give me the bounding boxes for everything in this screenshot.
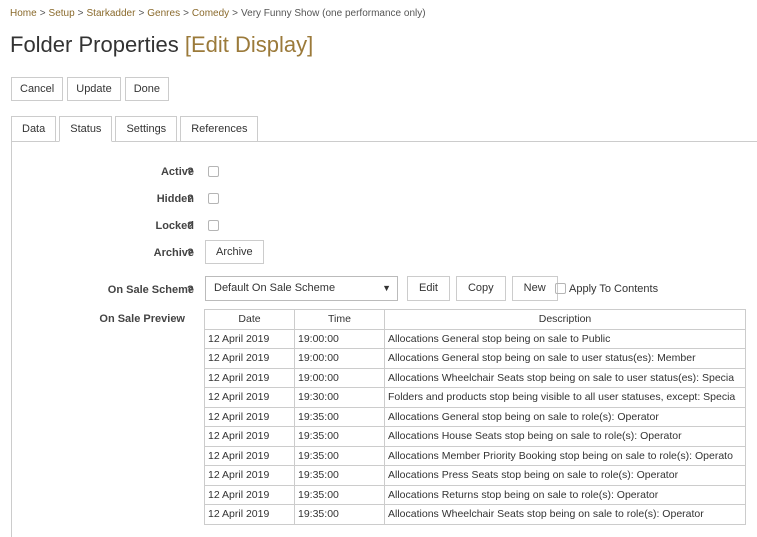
cell-date: 12 April 2019 [204,445,295,466]
table-row: 12 April 2019 19:00:00 Allocations Gener… [204,348,746,369]
cell-time: 19:35:00 [294,484,385,505]
cell-time: 19:35:00 [294,465,385,486]
column-header-description: Description [384,309,746,330]
page-title-main: Folder Properties [10,32,179,57]
cell-date: 12 April 2019 [204,387,295,408]
cell-time: 19:35:00 [294,445,385,466]
archive-button[interactable]: Archive [205,240,264,264]
archive-help-icon[interactable]: ? [187,247,194,259]
cell-description: Allocations Wheelchair Seats stop being … [384,504,746,525]
tab-data[interactable]: Data [11,116,57,142]
cell-time: 19:35:00 [294,504,385,525]
cell-description: Allocations Member Priority Booking stop… [384,445,746,466]
edit-scheme-button[interactable]: Edit [407,276,450,301]
breadcrumb-setup[interactable]: Setup [49,8,75,19]
breadcrumb-current: Very Funny Show (one performance only) [241,8,426,19]
on-sale-scheme-label: On Sale Scheme [107,284,194,296]
on-sale-scheme-row: On Sale Scheme ? Default On Sale Scheme … [11,276,757,301]
cell-date: 12 April 2019 [204,328,295,349]
table-row: 12 April 2019 19:00:00 Allocations Gener… [204,328,746,349]
breadcrumb-separator: > [39,8,46,19]
apply-to-contents-label: Apply To Contents [569,283,659,295]
cell-time: 19:00:00 [294,348,385,369]
cell-date: 12 April 2019 [204,484,295,505]
breadcrumb-home[interactable]: Home [10,8,37,19]
scheme-buttons: Edit Copy New [407,276,558,301]
apply-to-contents-checkbox[interactable] [555,283,566,294]
cell-description: Allocations House Seats stop being on sa… [384,426,746,447]
copy-scheme-button[interactable]: Copy [455,276,506,301]
table-row: 12 April 2019 19:30:00 Folders and produ… [204,387,746,408]
toolbar: Cancel Update Done [11,77,170,101]
locked-checkbox[interactable] [208,220,219,231]
table-row: 12 April 2019 19:35:00 Allocations Retur… [204,484,746,505]
cell-description: Allocations Wheelchair Seats stop being … [384,367,746,388]
breadcrumb: Home > Setup > Starkadder > Genres > Comedy > Very… [10,8,426,19]
on-sale-preview-table: Date Time Description 12 April 2019 19:0… [204,309,746,525]
tab-divider [11,141,757,142]
active-help-icon[interactable]: ? [187,166,194,178]
cell-date: 12 April 2019 [204,465,295,486]
cell-description: Allocations Press Seats stop being on sa… [384,465,746,486]
breadcrumb-separator: > [77,8,84,19]
page-title: Folder Properties [Edit Display] [10,32,313,58]
table-row: 12 April 2019 19:35:00 Allocations Membe… [204,445,746,466]
hidden-help-icon[interactable]: ? [187,193,194,205]
dropdown-arrow-icon: ▼ [382,283,391,293]
cell-time: 19:00:00 [294,328,385,349]
breadcrumb-separator: > [232,8,239,19]
new-scheme-button[interactable]: New [511,276,558,301]
table-header-row: Date Time Description [204,309,746,330]
tab-status[interactable]: Status [59,116,113,142]
tab-settings[interactable]: Settings [115,116,178,142]
apply-to-contents[interactable]: Apply To Contents [555,283,658,295]
table-row: 12 April 2019 19:00:00 Allocations Wheel… [204,367,746,388]
active-row: Active ? [11,163,757,183]
cell-time: 19:30:00 [294,387,385,408]
active-checkbox[interactable] [208,166,219,177]
hidden-row: Hidden ? [11,190,757,210]
cell-description: Allocations General stop being on sale t… [384,348,746,369]
on-sale-scheme-value: Default On Sale Scheme [214,282,336,294]
table-row: 12 April 2019 19:35:00 Allocations Gener… [204,406,746,427]
hidden-checkbox[interactable] [208,193,219,204]
cell-time: 19:35:00 [294,406,385,427]
breadcrumb-separator: > [183,8,189,19]
cell-description: Folders and products stop being visible … [384,387,746,408]
column-header-time: Time [294,309,385,330]
done-button[interactable]: Done [124,77,170,101]
table-row: 12 April 2019 19:35:00 Allocations House… [204,426,746,447]
cell-description: Allocations General stop being on sale t… [384,328,746,349]
cancel-button[interactable]: Cancel [11,77,64,101]
page-title-mode: [Edit Display] [184,32,314,57]
locked-help-icon[interactable]: ? [187,220,194,232]
cell-date: 12 April 2019 [204,367,295,388]
on-sale-preview-label: On Sale Preview [99,313,185,325]
update-button[interactable]: Update [67,77,121,101]
table-row: 12 April 2019 19:35:00 Allocations Wheel… [204,504,746,525]
cell-description: Allocations Returns stop being on sale t… [384,484,746,505]
column-header-date: Date [204,309,295,330]
archive-row: Archive ? Archive [11,240,757,264]
breadcrumb-separator: > [138,8,145,19]
on-sale-scheme-help-icon[interactable]: ? [187,284,194,296]
locked-row: Locked ? [11,217,757,237]
breadcrumb-starkadder[interactable]: Starkadder [87,8,136,19]
cell-date: 12 April 2019 [204,348,295,369]
cell-date: 12 April 2019 [204,504,295,525]
breadcrumb-comedy[interactable]: Comedy [192,8,229,19]
cell-description: Allocations General stop being on sale t… [384,406,746,427]
breadcrumb-genres[interactable]: Genres [147,8,180,19]
tab-bar: Data Status Settings References [11,116,261,142]
cell-date: 12 April 2019 [204,406,295,427]
cell-date: 12 April 2019 [204,426,295,447]
tab-references[interactable]: References [180,116,259,142]
table-row: 12 April 2019 19:35:00 Allocations Press… [204,465,746,486]
on-sale-scheme-select[interactable]: Default On Sale Scheme ▼ [205,276,398,301]
cell-time: 19:35:00 [294,426,385,447]
cell-time: 19:00:00 [294,367,385,388]
